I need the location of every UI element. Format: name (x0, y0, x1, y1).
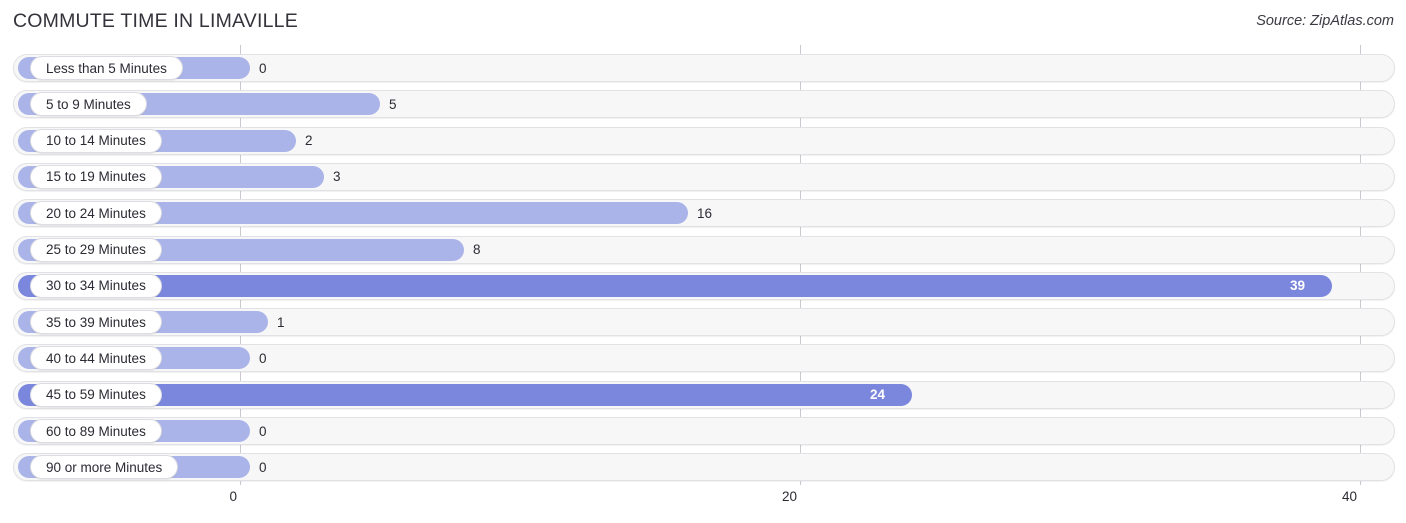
category-label: 40 to 44 Minutes (30, 346, 162, 371)
x-tick-label: 20 (781, 489, 797, 504)
category-label: 35 to 39 Minutes (30, 310, 162, 335)
category-label: Less than 5 Minutes (30, 56, 183, 80)
category-label: 15 to 19 Minutes (30, 164, 162, 189)
bar-row[interactable]: 45 to 59 Minutes 24 (13, 380, 1395, 409)
bar-row[interactable]: 90 or more Minutes 0 (13, 453, 1395, 482)
bar-row[interactable]: Less than 5 Minutes 0 (13, 54, 1395, 82)
value-bar (18, 274, 1332, 297)
bar-row[interactable]: 10 to 14 Minutes 2 (13, 126, 1395, 155)
value-label: 5 (389, 96, 397, 112)
bar-row[interactable]: 35 to 39 Minutes 1 (13, 308, 1395, 337)
category-label: 25 to 29 Minutes (30, 237, 162, 262)
category-label: 90 or more Minutes (30, 455, 179, 480)
bar-row[interactable]: 25 to 29 Minutes 8 (13, 235, 1395, 264)
category-label: 60 to 89 Minutes (30, 419, 162, 443)
value-label: 24 (870, 387, 886, 403)
value-label: 8 (473, 242, 481, 257)
chart-header: COMMUTE TIME IN LIMAVILLE Source: ZipAtl… (0, 0, 1406, 45)
bar-row[interactable]: 30 to 34 Minutes 39 (13, 271, 1395, 300)
category-label: 5 to 9 Minutes (30, 92, 147, 117)
value-label: 0 (259, 350, 267, 366)
page-title: COMMUTE TIME IN LIMAVILLE (13, 10, 298, 32)
category-label: 30 to 34 Minutes (30, 273, 162, 298)
value-label: 1 (277, 314, 285, 330)
chart-plot-area: Less than 5 Minutes 0 5 to 9 Minutes 5 10 to… (0, 45, 1406, 485)
value-label: 0 (259, 423, 267, 439)
value-label: 2 (305, 133, 313, 149)
bar-row[interactable]: 60 to 89 Minutes 0 (13, 417, 1395, 445)
bar-row[interactable]: 5 to 9 Minutes 5 (13, 90, 1395, 119)
x-axis: 0 20 40 (0, 485, 1406, 523)
value-label: 0 (259, 459, 267, 475)
value-label: 16 (697, 205, 713, 221)
value-label: 39 (1290, 278, 1306, 294)
value-label: 0 (259, 60, 267, 76)
category-label: 45 to 59 Minutes (30, 382, 162, 407)
value-label: 3 (333, 169, 341, 185)
category-label: 20 to 24 Minutes (30, 201, 162, 226)
bar-row[interactable]: 20 to 24 Minutes 16 (13, 199, 1395, 228)
bar-rows: Less than 5 Minutes 0 5 to 9 Minutes 5 10 to… (0, 45, 1406, 485)
bar-row[interactable]: 15 to 19 Minutes 3 (13, 162, 1395, 191)
bar-row[interactable]: 40 to 44 Minutes 0 (13, 344, 1395, 373)
source-attribution: Source: ZipAtlas.com (1256, 13, 1394, 29)
x-tick-label: 40 (1341, 489, 1357, 504)
x-tick-label: 0 (229, 489, 237, 504)
category-label: 10 to 14 Minutes (30, 128, 162, 153)
